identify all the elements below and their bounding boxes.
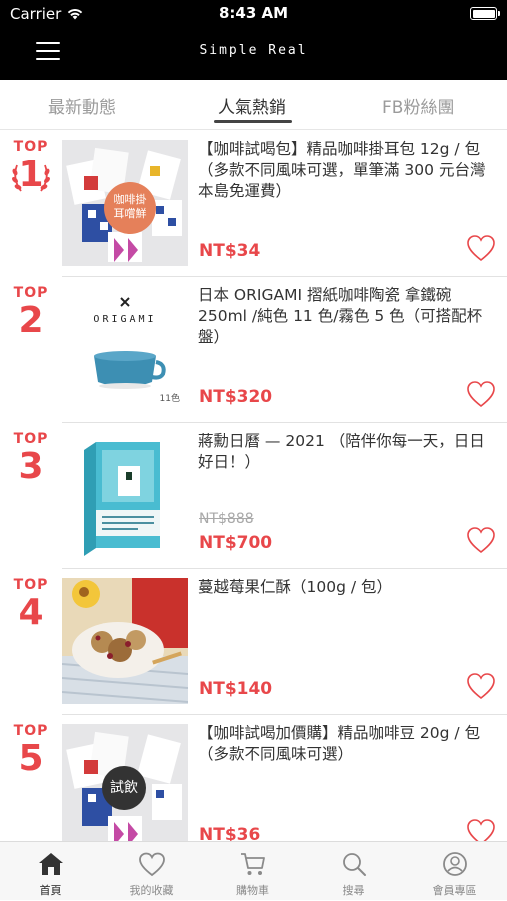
product-item[interactable]: TOP 3 蔣勳日曆 — 2021 （陪伴你每一天，日日好日！） NT$888 … [0,423,507,569]
product-image[interactable] [62,578,188,704]
rank-number: 4 [18,592,44,633]
tab-search-label: 搜尋 [342,884,365,897]
favorite-heart-icon[interactable] [466,526,496,554]
rank-badge: TOP 5 [8,715,54,779]
tab-favorites[interactable]: 我的收藏 [101,842,202,901]
favorite-heart-icon[interactable] [466,380,496,408]
product-badge: 咖啡掛耳嚐鮮 [104,182,156,234]
brand-logo: ORIGAMI [93,314,157,325]
rank-label: TOP [13,723,49,739]
product-item[interactable]: TOP 2 ORIGAMI 11色 日本 ORIGAMI 摺紙咖啡陶瓷 拿鐵碗 … [0,277,507,423]
tab-home-label: 首頁 [39,884,62,897]
nav-bar: Simple Real [0,28,507,80]
product-price: NT$36 [199,825,261,841]
tab-search[interactable]: 搜尋 [303,842,404,901]
rank-label: TOP [13,285,49,301]
tab-cart[interactable]: 購物車 [202,842,303,901]
product-badge: 試飲 [102,766,146,810]
product-image[interactable]: 咖啡掛耳嚐鮮 [62,140,188,266]
product-image[interactable]: ORIGAMI 11色 [62,286,188,412]
rank-number: 2 [18,300,44,341]
tab-favorites-label: 我的收藏 [129,884,174,897]
product-price: NT$320 [199,387,273,407]
product-title[interactable]: 蔣勳日曆 — 2021 （陪伴你每一天，日日好日！） [198,431,496,473]
tab-latest-news[interactable]: 最新動態 [48,93,116,118]
tab-fb-fan-page[interactable]: FB粉絲團 [382,93,454,118]
color-count-note: 11色 [159,394,180,404]
tab-popular[interactable]: 人氣熱銷 [218,93,286,118]
status-bar: Carrier 8:43 AM [0,0,507,28]
rank-number: 5 [18,738,44,779]
product-price: NT$34 [199,241,261,261]
product-title[interactable]: 【咖啡試喝加價購】精品咖啡豆 20g / 包（多款不同風味可選） [198,723,496,765]
favorite-heart-icon[interactable] [466,818,496,841]
product-item[interactable]: TOP 1 咖啡掛耳嚐鮮 【咖啡試喝包】精品咖啡掛耳包 12g / 包（多款不同… [0,131,507,277]
tab-member-label: 會員專區 [432,884,477,897]
rank-label: TOP [13,577,49,593]
heart-icon [138,852,165,877]
tab-cart-label: 購物車 [236,884,269,897]
product-item[interactable]: TOP 5 試飲 【咖啡試喝加價購】精品咖啡豆 20g / 包（多款不同風味可選… [0,715,507,841]
cart-icon [240,853,265,875]
product-title[interactable]: 【咖啡試喝包】精品咖啡掛耳包 12g / 包（多款不同風味可選，單筆滿 300 … [198,139,496,202]
bottom-tab-bar: 首頁 我的收藏 購物車 搜尋 會員專區 [0,841,507,900]
home-icon [38,853,63,875]
rank-number: 1 [8,155,54,195]
battery-icon [470,7,500,20]
product-title[interactable]: 蔓越莓果仁酥（100g / 包） [198,577,496,598]
product-image[interactable]: 試飲 [62,724,188,841]
search-icon [342,853,366,876]
product-price: NT$700 [199,533,273,553]
favorite-heart-icon[interactable] [466,672,496,700]
product-list[interactable]: TOP 1 咖啡掛耳嚐鮮 【咖啡試喝包】精品咖啡掛耳包 12g / 包（多款不同… [0,131,507,841]
product-price: NT$140 [199,679,273,699]
rank-label: TOP [13,139,49,155]
tab-home[interactable]: 首頁 [0,842,101,901]
active-tab-indicator [214,120,292,123]
product-item[interactable]: TOP 4 蔓越莓果仁酥（100g / 包） NT$140 [0,569,507,715]
product-original-price: NT$888 [199,511,254,527]
rank-label: TOP [13,431,49,447]
rank-badge: TOP 1 [8,131,54,195]
rank-badge: TOP 2 [8,277,54,341]
tab-member[interactable]: 會員專區 [404,842,505,901]
category-tabs: 最新動態 人氣熱銷 FB粉絲團 [0,80,507,130]
app-title: Simple Real [199,43,308,58]
rank-badge: TOP 3 [8,423,54,487]
product-title[interactable]: 日本 ORIGAMI 摺紙咖啡陶瓷 拿鐵碗 250ml /純色 11 色/霧色 … [198,285,496,348]
rank-badge: TOP 4 [8,569,54,633]
product-image[interactable] [62,432,188,558]
clock: 8:43 AM [218,4,289,22]
favorite-heart-icon[interactable] [466,234,496,262]
rank-number: 3 [18,446,44,487]
user-icon [442,852,467,876]
